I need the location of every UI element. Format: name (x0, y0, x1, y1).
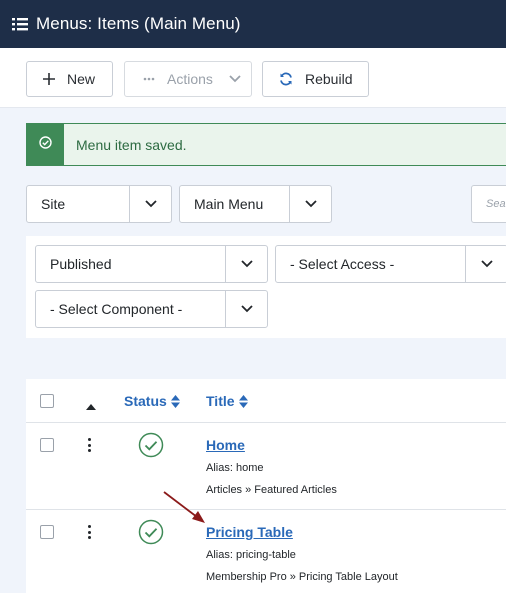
row-checkbox[interactable] (40, 525, 54, 539)
item-alias: Alias: pricing-table (206, 549, 296, 561)
app-header: Menus: Items (Main Menu) (0, 0, 506, 48)
status-column-label: Status (124, 393, 167, 409)
toolbar: New Actions Rebuild (0, 48, 506, 108)
table-header: Status Title (26, 379, 506, 423)
search-input[interactable]: Sea (471, 185, 506, 223)
component-filter-value: - Select Component - (50, 301, 183, 317)
row-checkbox[interactable] (40, 438, 54, 452)
ellipsis-icon (143, 77, 155, 81)
access-filter-select[interactable]: - Select Access - (275, 245, 506, 283)
refresh-icon (279, 72, 293, 86)
component-filter-select[interactable]: - Select Component - (35, 290, 268, 328)
title-column-label: Title (206, 393, 235, 409)
status-column-header[interactable]: Status (124, 393, 180, 409)
sort-icon (170, 394, 180, 408)
row-actions-menu-icon[interactable] (86, 525, 92, 539)
client-select[interactable]: Site (26, 185, 172, 223)
list-icon (12, 17, 28, 31)
page-title: Menus: Items (Main Menu) (36, 14, 241, 33)
menu-select-value: Main Menu (194, 196, 264, 212)
client-select-value: Site (41, 196, 66, 212)
access-filter-value: - Select Access - (290, 256, 395, 272)
menu-select[interactable]: Main Menu (179, 185, 332, 223)
published-filter-value: Published (50, 256, 112, 272)
actions-dropdown-button[interactable]: Actions (124, 61, 252, 97)
chevron-down-icon (129, 186, 171, 222)
item-type: Membership Pro » Pricing Table Layout (206, 571, 398, 583)
alert-badge (27, 124, 64, 165)
select-all-checkbox[interactable] (40, 394, 54, 408)
ordering-sort-icon[interactable] (86, 397, 96, 415)
rebuild-button-label: Rebuild (305, 71, 353, 87)
rebuild-button[interactable]: Rebuild (262, 61, 369, 97)
new-button-label: New (67, 71, 96, 87)
chevron-down-icon (225, 246, 267, 282)
item-title-link[interactable]: Home (206, 437, 245, 453)
item-alias: Alias: home (206, 462, 264, 474)
success-alert: Menu item saved. (26, 123, 506, 166)
alert-message: Menu item saved. (76, 136, 187, 153)
item-title-link[interactable]: Pricing Table (206, 524, 293, 540)
published-status-icon[interactable] (138, 519, 164, 550)
menu-items-table: Status Title Home Alias: home Articles »… (26, 379, 506, 593)
title-column-header[interactable]: Title (206, 393, 248, 409)
chevron-down-icon (229, 75, 241, 83)
published-filter-select[interactable]: Published (35, 245, 268, 283)
chevron-down-icon (465, 246, 506, 282)
chevron-down-icon (289, 186, 331, 222)
published-status-icon[interactable] (138, 432, 164, 463)
check-circle-icon (39, 135, 52, 154)
chevron-down-icon (225, 291, 267, 327)
sort-icon (238, 394, 248, 408)
item-type: Articles » Featured Articles (206, 484, 337, 496)
table-row: Home Alias: home Articles » Featured Art… (26, 423, 506, 510)
table-row: Pricing Table Alias: pricing-table Membe… (26, 510, 506, 593)
actions-button-label: Actions (167, 71, 213, 87)
row-actions-menu-icon[interactable] (86, 438, 92, 452)
new-button[interactable]: New (26, 61, 113, 97)
plus-icon (43, 73, 55, 85)
